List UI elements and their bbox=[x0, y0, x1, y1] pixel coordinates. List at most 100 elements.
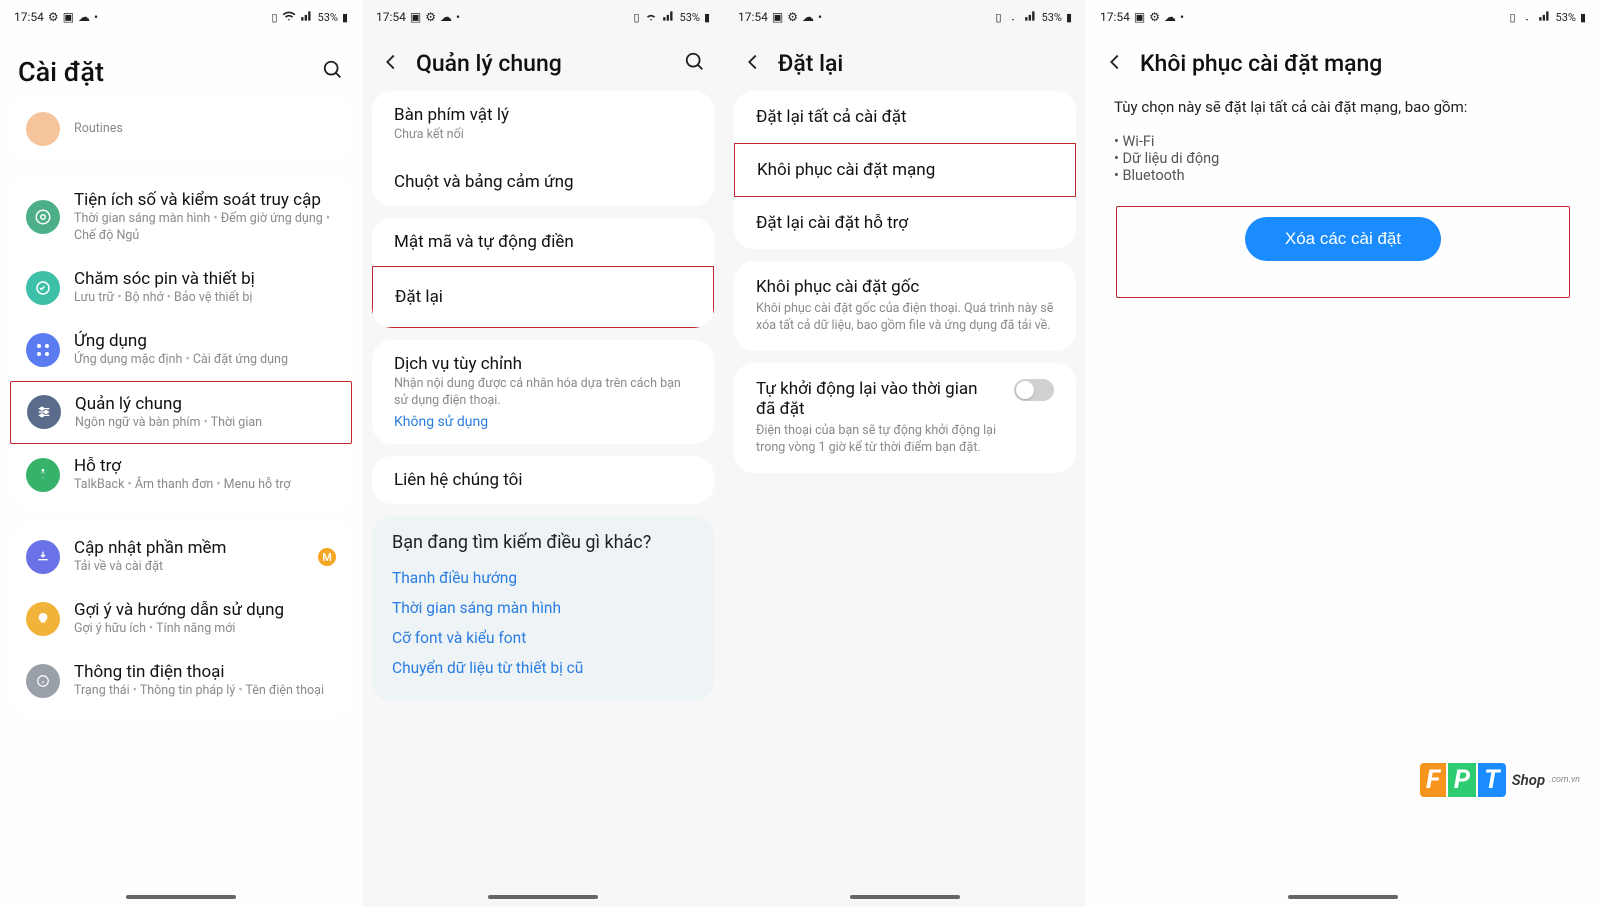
battery-icon: ▯ bbox=[271, 11, 277, 24]
settings-item-tips[interactable]: Gợi ý và hướng dẫn sử dụng Gợi ý hữu ích… bbox=[10, 588, 352, 650]
item-passwords-autofill[interactable]: Mật mã và tự động điền bbox=[372, 218, 714, 266]
logo-domain: .com.vn bbox=[1549, 775, 1580, 785]
signal-icon bbox=[1024, 9, 1038, 26]
page-title: Cài đặt bbox=[18, 56, 308, 88]
nav-indicator[interactable] bbox=[1288, 895, 1398, 899]
settings-item-general[interactable]: Quản lý chung Ngôn ngữ và bàn phímThời g… bbox=[10, 381, 352, 445]
battery-pct: 53% bbox=[1042, 11, 1062, 24]
item-title: Bàn phím vật lý bbox=[394, 105, 692, 125]
item-title: Ứng dụng bbox=[74, 331, 336, 351]
group-custom: Dịch vụ tùy chỉnh Nhận nội dung được cá … bbox=[372, 340, 714, 444]
apps-icon bbox=[26, 333, 60, 367]
settings-item-about[interactable]: Thông tin điện thoại Trạng tháiThông tin… bbox=[10, 650, 352, 712]
partial-sub: Routines bbox=[74, 121, 123, 136]
settings-item-digital-wellbeing[interactable]: Tiện ích số và kiểm soát truy cập Thời g… bbox=[10, 178, 352, 257]
item-title: Chuột và bảng cảm ứng bbox=[394, 172, 692, 192]
nav-indicator[interactable] bbox=[126, 895, 236, 899]
status-time: 17:54 bbox=[14, 10, 44, 24]
back-button[interactable] bbox=[742, 51, 764, 77]
status-gear-icon: ⚙ bbox=[1149, 10, 1160, 24]
battery-pct: 53% bbox=[1556, 11, 1576, 24]
item-title: Tự khởi động lại vào thời gian đã đặt bbox=[756, 379, 1000, 419]
status-image-icon: ▣ bbox=[772, 10, 783, 24]
item-factory-reset[interactable]: Khôi phục cài đặt gốc Khôi phục cài đặt … bbox=[734, 261, 1076, 351]
suggest-link-font[interactable]: Cỡ font và kiểu font bbox=[392, 623, 694, 653]
intro-text: Tùy chọn này sẽ đặt lại tất cả cài đặt m… bbox=[1086, 91, 1600, 133]
item-mouse-trackpad[interactable]: Chuột và bảng cảm ứng bbox=[372, 158, 714, 206]
item-physical-keyboard[interactable]: Bàn phím vật lý Chưa kết nối bbox=[372, 91, 714, 158]
suggest-link-nav-bar[interactable]: Thanh điều hướng bbox=[392, 563, 694, 593]
suggest-link-transfer[interactable]: Chuyển dữ liệu từ thiết bị cũ bbox=[392, 653, 694, 683]
card-partial: Routines bbox=[10, 96, 352, 162]
group-reset-options: Đặt lại tất cả cài đặt Khôi phục cài đặt… bbox=[734, 91, 1076, 249]
status-gear-icon: ⚙ bbox=[787, 10, 798, 24]
item-title: Tiện ích số và kiểm soát truy cập bbox=[74, 190, 336, 210]
item-contact-us[interactable]: Liên hệ chúng tôi bbox=[372, 456, 714, 504]
screen-reset-network: 17:54 ▣ ⚙ ☁ • ▯ 53% ▮ Khôi phục cài đặt … bbox=[1086, 0, 1600, 907]
settings-item-partial[interactable]: Routines bbox=[10, 100, 352, 158]
search-icon[interactable] bbox=[322, 59, 344, 85]
signal-icon bbox=[300, 9, 314, 26]
item-title: Thông tin điện thoại bbox=[74, 662, 336, 682]
settings-item-apps[interactable]: Ứng dụng Ứng dụng mặc địnhCài đặt ứng dụ… bbox=[10, 319, 352, 381]
group-input: Bàn phím vật lý Chưa kết nối Chuột và bả… bbox=[372, 91, 714, 206]
row-icon-partial bbox=[26, 112, 60, 146]
card-1: Tiện ích số và kiểm soát truy cập Thời g… bbox=[10, 174, 352, 510]
header: Khôi phục cài đặt mạng bbox=[1086, 30, 1600, 91]
wifi-icon bbox=[282, 9, 296, 26]
back-button[interactable] bbox=[1104, 51, 1126, 77]
item-title: Đặt lại tất cả cài đặt bbox=[756, 107, 1054, 127]
item-sub: Trạng tháiThông tin pháp lýTên điện thoạ… bbox=[74, 683, 336, 700]
item-title: Gợi ý và hướng dẫn sử dụng bbox=[74, 600, 336, 620]
status-gear-icon: ⚙ bbox=[48, 10, 59, 24]
status-dot-icon: • bbox=[94, 10, 98, 24]
logo-f: F bbox=[1420, 763, 1446, 797]
bullet-bluetooth: Bluetooth bbox=[1114, 167, 1572, 184]
reset-settings-button[interactable]: Xóa các cài đặt bbox=[1245, 217, 1441, 261]
suggest-link-screen-time[interactable]: Thời gian sáng màn hình bbox=[392, 593, 694, 623]
screen-reset: 17:54 ▣ ⚙ ☁ • ▯ 53% ▮ Đặt lại Đặt lại tấ… bbox=[724, 0, 1086, 907]
item-title: Khôi phục cài đặt mạng bbox=[757, 160, 1053, 180]
item-auto-restart[interactable]: Tự khởi động lại vào thời gian đã đặt Đi… bbox=[734, 363, 1076, 473]
signal-icon bbox=[662, 9, 676, 26]
item-customization-service[interactable]: Dịch vụ tùy chỉnh Nhận nội dung được cá … bbox=[372, 340, 714, 444]
status-cloud-icon: ☁ bbox=[78, 10, 90, 24]
header: Đặt lại bbox=[724, 30, 1086, 91]
page-title: Quản lý chung bbox=[416, 50, 670, 77]
item-reset-all[interactable]: Đặt lại tất cả cài đặt bbox=[734, 91, 1076, 143]
item-title: Khôi phục cài đặt gốc bbox=[756, 277, 1054, 297]
status-bar: 17:54 ▣ ⚙ ☁ • ▯ 53% ▮ bbox=[362, 0, 724, 30]
screen-general-management: 17:54 ▣ ⚙ ☁ • ▯ 53% ▮ Quản lý chung Bàn … bbox=[362, 0, 724, 907]
item-title: Cập nhật phần mềm bbox=[74, 538, 304, 558]
back-button[interactable] bbox=[380, 51, 402, 77]
settings-item-device-care[interactable]: Chăm sóc pin và thiết bị Lưu trữBộ nhớBả… bbox=[10, 257, 352, 319]
settings-item-accessibility[interactable]: Hỗ trợ TalkBackÂm thanh đơnMenu hỗ trợ bbox=[10, 444, 352, 506]
status-dot-icon: • bbox=[818, 10, 822, 24]
header: Quản lý chung bbox=[362, 30, 724, 91]
settings-item-software-update[interactable]: Cập nhật phần mềm Tải về và cài đặt M bbox=[10, 526, 352, 588]
bullet-mobile-data: Dữ liệu di động bbox=[1114, 150, 1572, 167]
signal-icon bbox=[1538, 9, 1552, 26]
nav-indicator[interactable] bbox=[850, 895, 960, 899]
wellbeing-icon bbox=[26, 200, 60, 234]
page-title: Đặt lại bbox=[778, 50, 1068, 77]
status-gear-icon: ⚙ bbox=[425, 10, 436, 24]
item-reset[interactable]: Đặt lại bbox=[372, 266, 714, 328]
device-care-icon bbox=[26, 271, 60, 305]
nav-indicator[interactable] bbox=[488, 895, 598, 899]
item-reset-network[interactable]: Khôi phục cài đặt mạng bbox=[734, 143, 1076, 197]
fpt-shop-logo: F P T Shop .com.vn bbox=[1420, 763, 1580, 797]
card-2: Cập nhật phần mềm Tải về và cài đặt M Gợ… bbox=[10, 522, 352, 716]
item-sub: Lưu trữBộ nhớBảo vệ thiết bị bbox=[74, 290, 336, 307]
auto-restart-toggle[interactable] bbox=[1014, 379, 1054, 401]
search-icon[interactable] bbox=[684, 51, 706, 77]
accessibility-icon bbox=[26, 458, 60, 492]
status-bar: 17:54 ▣ ⚙ ☁ • ▯ 53% ▮ bbox=[724, 0, 1086, 30]
battery-icon: ▯ bbox=[1509, 11, 1515, 24]
group-autofill: Mật mã và tự động điền Đặt lại bbox=[372, 218, 714, 328]
update-badge: M bbox=[318, 548, 336, 566]
item-reset-accessibility[interactable]: Đặt lại cài đặt hỗ trợ bbox=[734, 197, 1076, 249]
group-factory: Khôi phục cài đặt gốc Khôi phục cài đặt … bbox=[734, 261, 1076, 351]
wifi-icon bbox=[1520, 9, 1534, 26]
item-sub: Điện thoại của bạn sẽ tự động khởi động … bbox=[756, 423, 1000, 457]
